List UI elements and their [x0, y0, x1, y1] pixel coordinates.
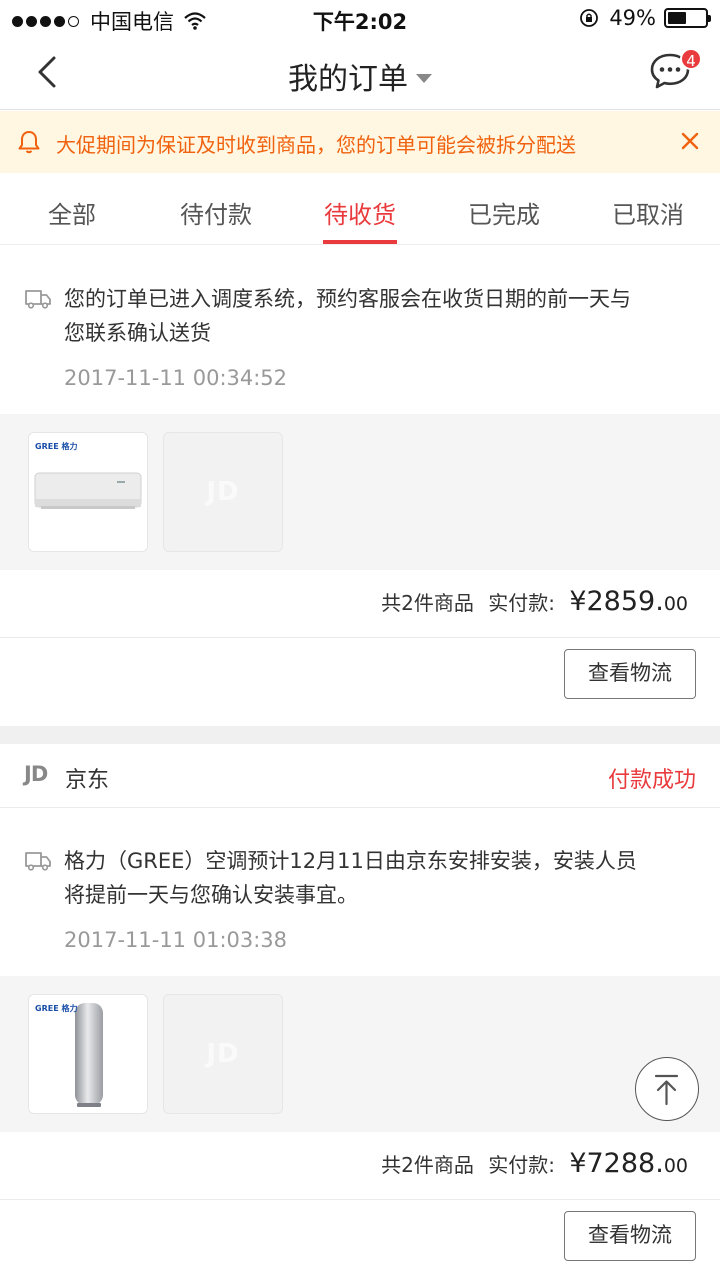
view-logistics-button[interactable]: 查看物流 — [564, 1211, 696, 1261]
order-summary: 共2件商品 实付款: ¥7288.00 — [0, 1132, 720, 1200]
item-count: 共2件商品 — [381, 591, 474, 615]
status-right: 49% — [579, 6, 711, 30]
logistics-time: 2017-11-11 00:34:52 — [64, 366, 288, 390]
order-card: 您的订单已进入调度系统，预约客服会在收货日期的前一天与 您联系确认送货 2017… — [0, 246, 720, 726]
logistics-time: 2017-11-11 01:03:38 — [64, 928, 288, 952]
order-actions: 查看物流 — [0, 638, 720, 726]
jd-watermark: JD — [206, 1039, 240, 1069]
price-integer: ¥2859. — [569, 586, 664, 617]
chevron-down-icon — [416, 74, 432, 83]
logistics-info[interactable]: 格力（GREE）空调预计12月11日由京东安排安装，安装人员 将提前一天与您确认… — [0, 808, 720, 976]
order-actions: 查看物流 — [0, 1200, 720, 1280]
battery-icon — [664, 8, 711, 28]
arrow-up-icon — [654, 1074, 679, 1106]
bell-icon — [18, 131, 40, 154]
close-icon[interactable] — [676, 127, 704, 155]
jd-watermark: JD — [206, 477, 240, 507]
logistics-message-line: 格力（GREE）空调预计12月11日由京东安排安装，安装人员 — [64, 849, 637, 873]
order-total: ¥7288.00 — [569, 1148, 688, 1179]
logistics-message: 格力（GREE）空调预计12月11日由京东安排安装，安装人员 将提前一天与您确认… — [64, 844, 696, 912]
gree-logo: GREE 格力 — [35, 442, 78, 451]
paid-label: 实付款: — [488, 1153, 555, 1177]
order-total: ¥2859.00 — [569, 586, 688, 617]
status-bar: 中国电信 下午2:02 49% — [0, 0, 720, 36]
tab-completed[interactable]: 已完成 — [432, 173, 576, 244]
product-image-placeholder[interactable]: JD — [163, 432, 283, 552]
logistics-message-line: 将提前一天与您确认安装事宜。 — [64, 883, 358, 907]
price-decimal: 00 — [663, 593, 688, 615]
price-decimal: 00 — [663, 1155, 688, 1177]
tab-pending-payment[interactable]: 待付款 — [144, 173, 288, 244]
shop-name: 京东 — [65, 768, 110, 793]
jd-logo: JD — [24, 762, 48, 786]
logistics-message: 您的订单已进入调度系统，预约客服会在收货日期的前一天与 您联系确认送货 — [64, 282, 696, 350]
page-title[interactable]: 我的订单 — [0, 54, 720, 98]
message-badge: 4 — [680, 48, 702, 70]
product-image-air-conditioner[interactable]: GREE 格力 — [28, 994, 148, 1114]
order-card: JD 京东 付款成功 格力（GREE）空调预计12月11日由京东安排安装，安装人… — [0, 744, 720, 1280]
shop-header[interactable]: JD 京东 付款成功 — [0, 744, 720, 808]
price-integer: ¥7288. — [569, 1148, 664, 1179]
section-divider — [0, 726, 720, 744]
promo-notice: 大促期间为保证及时收到商品，您的订单可能会被拆分配送 — [0, 111, 720, 173]
rotation-lock-icon — [580, 9, 599, 27]
logistics-info[interactable]: 您的订单已进入调度系统，预约客服会在收货日期的前一天与 您联系确认送货 2017… — [0, 246, 720, 414]
scroll-top-button[interactable] — [635, 1057, 699, 1121]
tab-pending-receipt[interactable]: 待收货 — [288, 173, 432, 244]
view-logistics-button[interactable]: 查看物流 — [564, 649, 696, 699]
order-summary: 共2件商品 实付款: ¥2859.00 — [0, 570, 720, 638]
logistics-message-line: 您的订单已进入调度系统，预约客服会在收货日期的前一天与 — [64, 287, 631, 311]
order-tabs: 全部 待付款 待收货 已完成 已取消 — [0, 173, 720, 245]
message-button[interactable]: 4 — [648, 48, 702, 96]
tab-all[interactable]: 全部 — [0, 173, 144, 244]
notice-text: 大促期间为保证及时收到商品，您的订单可能会被拆分配送 — [56, 133, 576, 157]
product-image-air-conditioner[interactable]: GREE 格力 — [28, 432, 148, 552]
product-image-placeholder[interactable]: JD — [163, 994, 283, 1114]
truck-icon — [25, 290, 51, 309]
page-title-text: 我的订单 — [288, 62, 408, 97]
truck-icon — [25, 852, 51, 871]
item-count: 共2件商品 — [381, 1153, 474, 1177]
product-thumbnails[interactable]: GREE 格力 JD — [0, 976, 720, 1132]
order-list: 您的订单已进入调度系统，预约客服会在收货日期的前一天与 您联系确认送货 2017… — [0, 246, 720, 1280]
paid-label: 实付款: — [488, 591, 555, 615]
nav-bar: 我的订单 4 — [0, 36, 720, 110]
logistics-message-line: 您联系确认送货 — [64, 321, 211, 345]
gree-logo: GREE 格力 — [35, 1004, 78, 1013]
order-status: 付款成功 — [607, 768, 696, 793]
battery-percent: 49% — [609, 6, 656, 30]
tab-cancelled[interactable]: 已取消 — [576, 173, 720, 244]
product-thumbnails[interactable]: GREE 格力 JD — [0, 414, 720, 570]
